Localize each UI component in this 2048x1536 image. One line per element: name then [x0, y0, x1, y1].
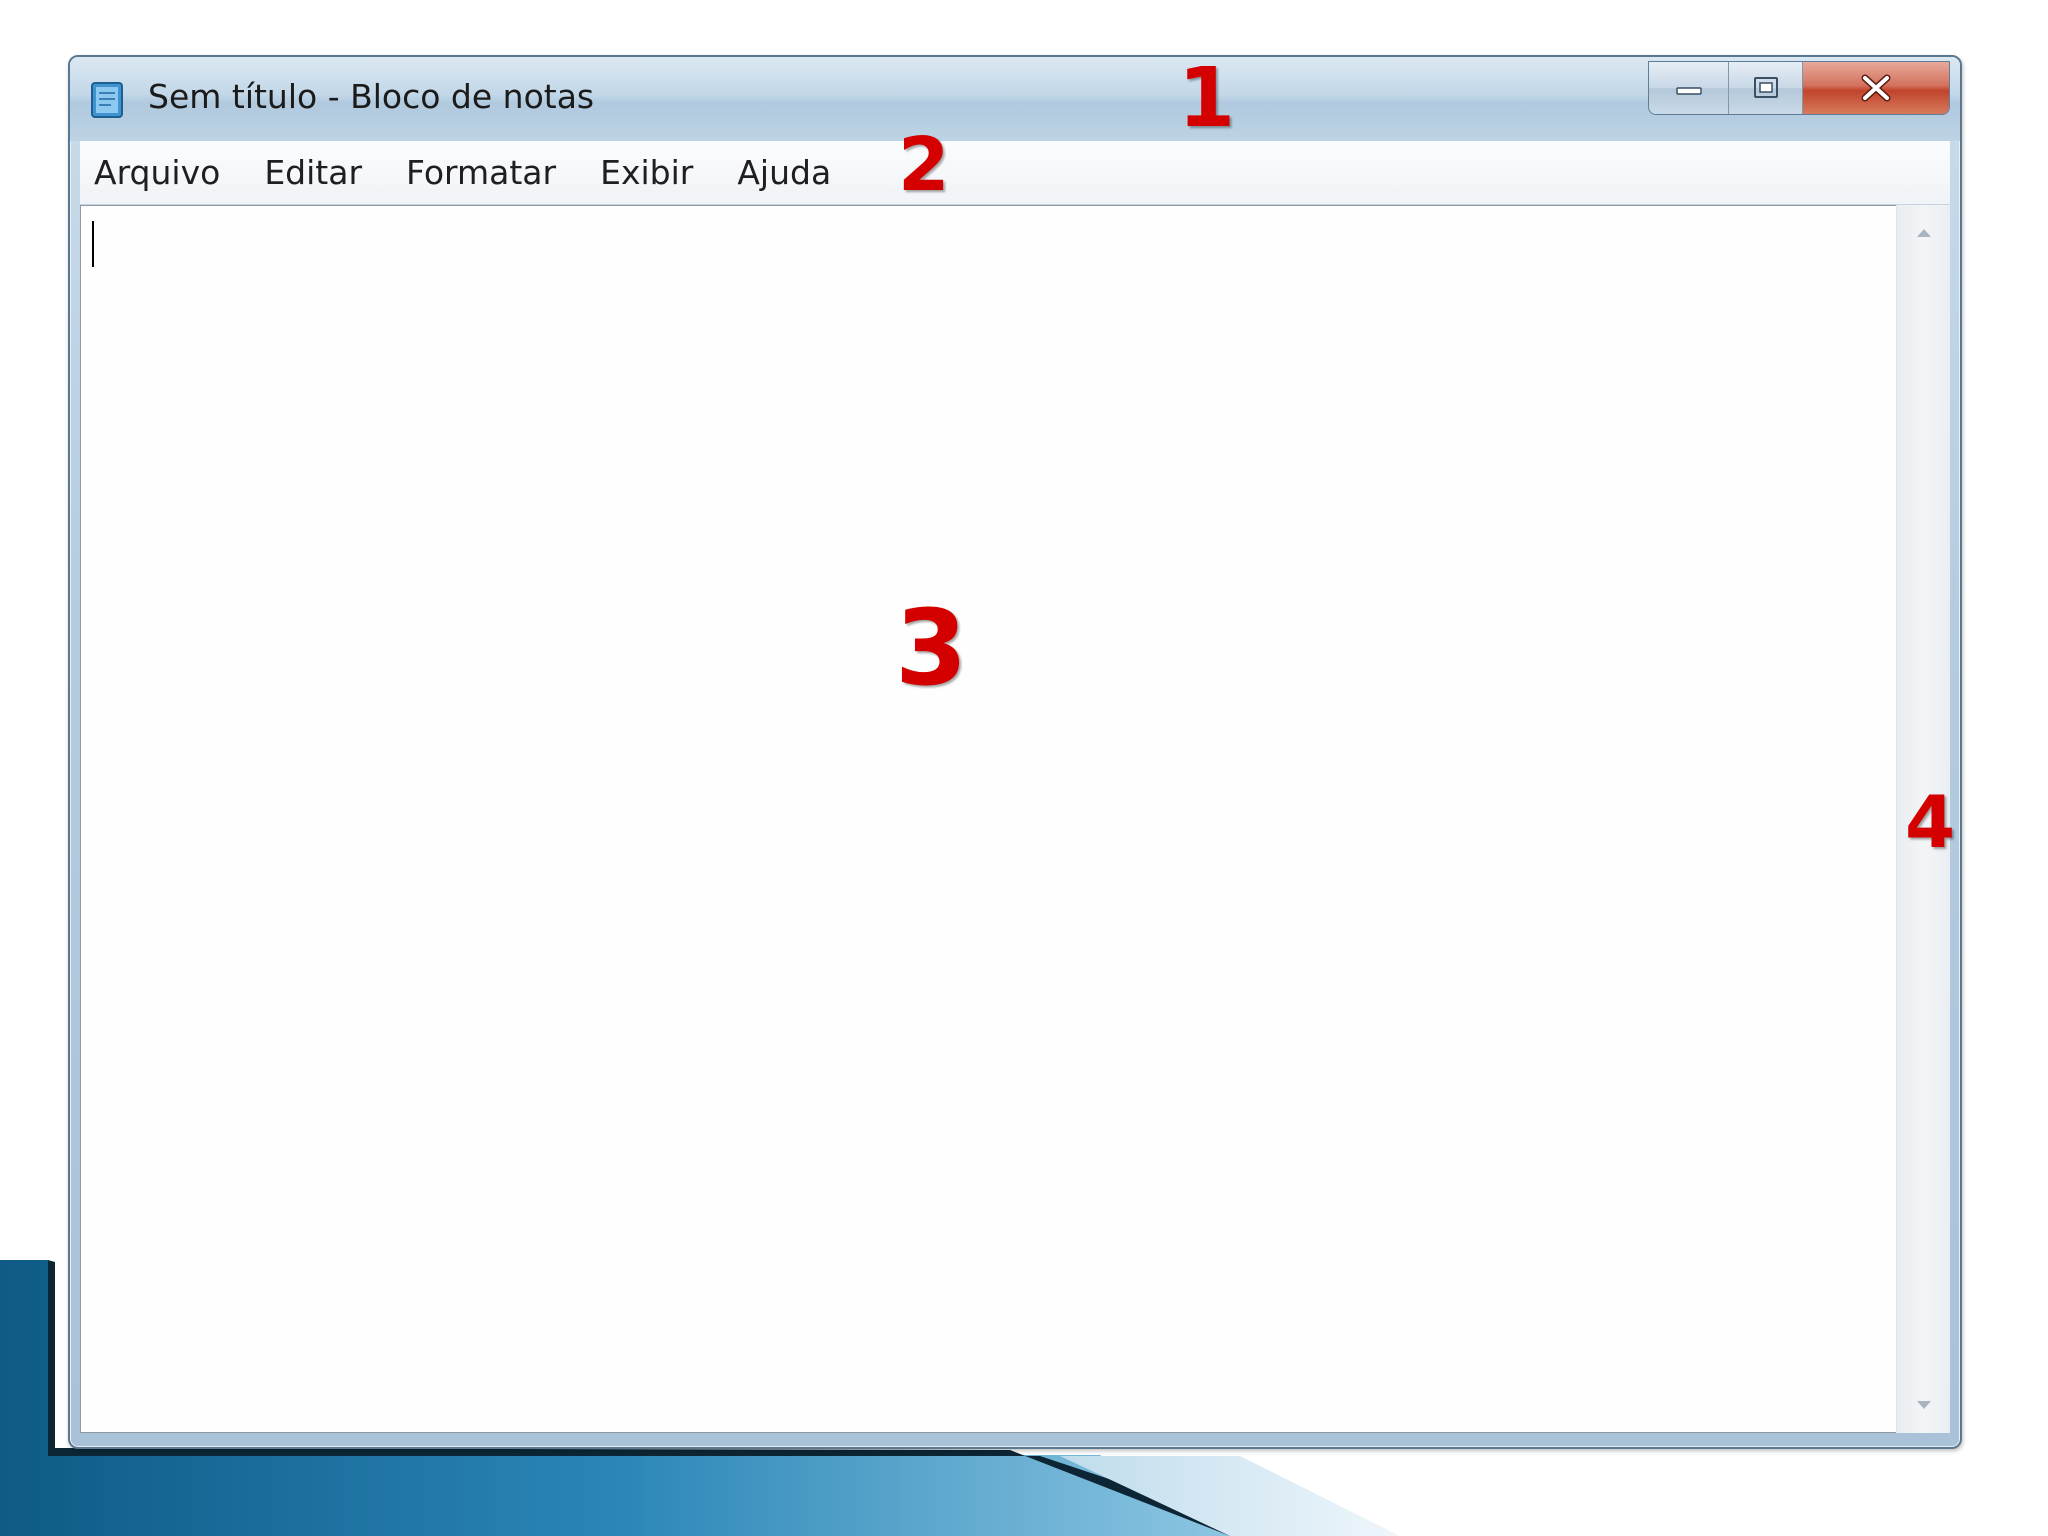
- annotation-title-bar: 1: [1178, 51, 1236, 146]
- minimize-icon: [1675, 87, 1702, 95]
- close-icon: [1861, 74, 1891, 102]
- window-controls: [1648, 61, 1950, 115]
- arrow-up-icon: [1917, 229, 1931, 237]
- window-title: Sem título - Bloco de notas: [148, 77, 595, 116]
- annotation-menu-bar: 2: [898, 122, 950, 208]
- minimize-button[interactable]: [1649, 62, 1729, 114]
- maximize-button[interactable]: [1729, 62, 1803, 114]
- maximize-icon: [1753, 77, 1778, 98]
- scroll-down-button[interactable]: [1897, 1385, 1951, 1425]
- title-bar[interactable]: Sem título - Bloco de notas: [70, 57, 1960, 141]
- menu-editar[interactable]: Editar: [264, 153, 362, 192]
- menu-exibir[interactable]: Exibir: [600, 153, 693, 192]
- close-button[interactable]: [1803, 62, 1949, 114]
- arrow-down-icon: [1917, 1401, 1931, 1409]
- notepad-icon: [91, 82, 123, 118]
- notepad-window: Sem título - Bloco de notas Arquivo Edit…: [68, 55, 1962, 1449]
- menu-formatar[interactable]: Formatar: [406, 153, 556, 192]
- menu-bar: Arquivo Editar Formatar Exibir Ajuda: [80, 141, 1950, 205]
- scroll-up-button[interactable]: [1897, 213, 1951, 253]
- menu-arquivo[interactable]: Arquivo: [94, 153, 220, 192]
- annotation-text-area: 3: [895, 587, 968, 709]
- text-editor-area[interactable]: [80, 205, 1950, 1433]
- annotation-scrollbar: 4: [1905, 780, 1956, 864]
- menu-ajuda[interactable]: Ajuda: [737, 153, 831, 192]
